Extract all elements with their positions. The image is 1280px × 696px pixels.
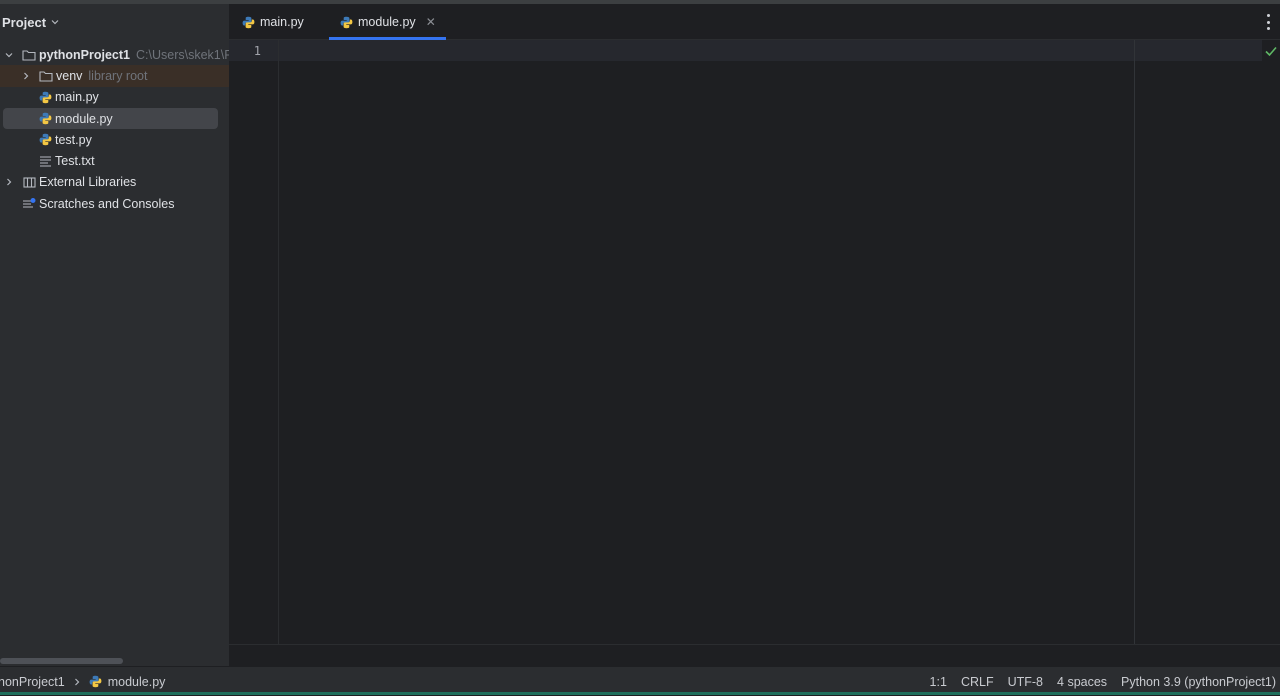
chevron-right-icon: [73, 677, 81, 687]
tree-item-project-root[interactable]: pythonProject1 C:\Users\skek1\F: [0, 44, 229, 65]
folder-icon: [39, 69, 53, 83]
file-label: main.py: [55, 90, 99, 105]
project-panel-title[interactable]: Project: [2, 15, 46, 30]
current-line-highlight: [229, 40, 1262, 61]
file-label: test.py: [55, 132, 92, 147]
file-encoding[interactable]: UTF-8: [1008, 675, 1043, 689]
indent-setting[interactable]: 4 spaces: [1057, 675, 1107, 689]
breadcrumb-file[interactable]: module.py: [108, 675, 166, 689]
caret-position[interactable]: 1:1: [930, 675, 947, 689]
venv-hint: library root: [88, 68, 148, 83]
editor-area: main.py module.py ✕ 1: [229, 4, 1280, 666]
file-label: module.py: [55, 111, 113, 126]
project-tree: pythonProject1 C:\Users\skek1\F venv lib…: [0, 44, 229, 214]
tree-item-external-libraries[interactable]: External Libraries: [0, 172, 229, 193]
venv-label: venv: [56, 68, 83, 83]
tree-item-main-py[interactable]: main.py: [0, 87, 229, 108]
line-separator[interactable]: CRLF: [961, 675, 994, 689]
python-file-icon: [89, 675, 103, 689]
python-file-icon: [339, 15, 353, 29]
tab-label: module.py: [358, 15, 416, 29]
gutter-divider: [278, 40, 279, 644]
editor-tabbar: main.py module.py ✕: [229, 4, 1280, 40]
chevron-right-icon[interactable]: [4, 177, 14, 187]
tab-main-py[interactable]: main.py: [241, 4, 304, 40]
project-root-name: pythonProject1: [39, 47, 130, 62]
python-interpreter[interactable]: Python 3.9 (pythonProject1): [1121, 675, 1276, 689]
folder-icon: [22, 48, 36, 62]
breadcrumb-project[interactable]: honProject1: [0, 675, 65, 689]
tree-item-venv[interactable]: venv library root: [0, 65, 229, 87]
tree-item-test-txt[interactable]: Test.txt: [0, 150, 229, 171]
line-number: 1: [253, 44, 261, 58]
status-bar: honProject1 module.py 1:1 CRLF UTF-8 4 s…: [0, 666, 1280, 695]
chevron-down-icon[interactable]: [4, 50, 14, 60]
scratches-icon: [22, 197, 36, 211]
project-root-path: C:\Users\skek1\F: [136, 47, 229, 62]
external-libraries-label: External Libraries: [39, 175, 137, 190]
tree-item-module-py[interactable]: module.py: [0, 107, 229, 129]
project-panel-header[interactable]: Project: [0, 4, 229, 40]
project-panel: Project pythonProject1 C:\Users\skek1\F: [0, 4, 229, 666]
chevron-right-icon[interactable]: [21, 71, 31, 81]
tree-item-scratches[interactable]: Scratches and Consoles: [0, 193, 229, 214]
horizontal-scrollbar[interactable]: [0, 658, 123, 664]
python-file-icon: [38, 90, 52, 104]
right-margin-guide: [1134, 40, 1135, 644]
editor-bottom-divider: [229, 644, 1280, 645]
check-icon[interactable]: [1264, 44, 1278, 58]
more-options-icon[interactable]: [1262, 14, 1274, 30]
scratches-label: Scratches and Consoles: [39, 196, 175, 211]
python-file-icon: [241, 15, 255, 29]
python-file-icon: [38, 133, 52, 147]
tree-item-test-py[interactable]: test.py: [0, 129, 229, 150]
text-file-icon: [38, 154, 52, 168]
python-file-icon: [38, 112, 52, 126]
file-label: Test.txt: [55, 154, 95, 169]
close-icon[interactable]: ✕: [426, 15, 436, 29]
library-icon: [22, 175, 36, 189]
tab-module-py[interactable]: module.py ✕: [329, 4, 446, 40]
tab-label: main.py: [260, 15, 304, 29]
chevron-down-icon[interactable]: [50, 17, 60, 27]
